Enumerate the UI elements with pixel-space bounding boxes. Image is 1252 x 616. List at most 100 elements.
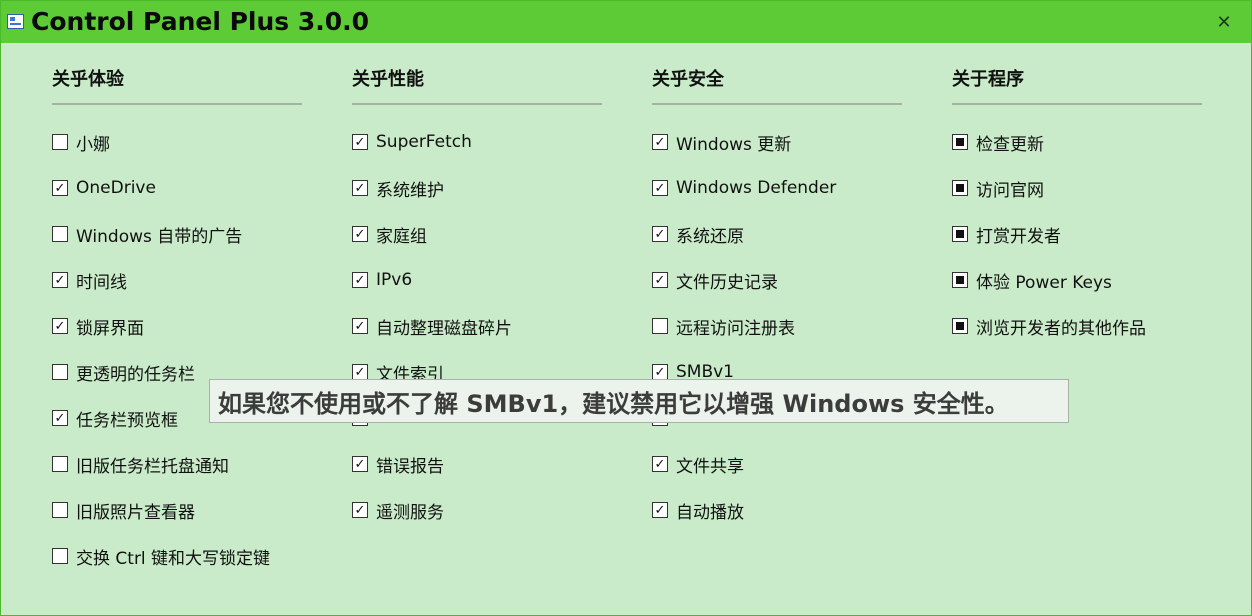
window-title: Control Panel Plus 3.0.0 <box>31 7 370 36</box>
option-label: 任务栏预览框 <box>76 410 178 431</box>
column-divider <box>952 103 1202 105</box>
checkbox[interactable]: ✓ <box>352 318 368 334</box>
action-label: 体验 Power Keys <box>976 272 1112 293</box>
column-divider <box>52 103 302 105</box>
option-file-history[interactable]: ✓ 文件历史记录 <box>652 257 902 303</box>
action-label: 访问官网 <box>976 180 1044 201</box>
action-label: 检查更新 <box>976 134 1044 155</box>
checkbox[interactable]: ✓ <box>652 272 668 288</box>
option-label: Windows 更新 <box>676 134 792 155</box>
checkbox[interactable]: ✓ <box>652 502 668 518</box>
option-label: SuperFetch <box>376 132 472 152</box>
option-ipv6[interactable]: ✓ IPv6 <box>352 257 602 303</box>
option-label: 锁屏界面 <box>76 318 144 339</box>
option-label: IPv6 <box>376 270 413 290</box>
title-bar[interactable]: Control Panel Plus 3.0.0 ✕ <box>1 1 1251 43</box>
action-donate[interactable]: 打赏开发者 <box>952 211 1202 257</box>
option-homegroup[interactable]: ✓ 家庭组 <box>352 211 602 257</box>
option-label: 文件历史记录 <box>676 272 778 293</box>
option-label: 自动整理磁盘碎片 <box>376 318 512 339</box>
checkbox[interactable]: ✓ <box>52 180 68 196</box>
column-divider <box>652 103 902 105</box>
checkbox[interactable]: ✓ <box>352 134 368 150</box>
action-label: 打赏开发者 <box>976 226 1061 247</box>
checkbox[interactable]: ✓ <box>352 226 368 242</box>
checkbox[interactable]: ✓ <box>352 272 368 288</box>
option-label: 自动播放 <box>676 502 744 523</box>
column-header: 关乎体验 <box>52 69 124 90</box>
option-lock-screen[interactable]: ✓ 锁屏界面 <box>52 303 302 349</box>
column-header: 关乎安全 <box>652 69 724 90</box>
option-system-restore[interactable]: ✓ 系统还原 <box>652 211 902 257</box>
option-label: 时间线 <box>76 272 127 293</box>
checkbox[interactable] <box>52 456 68 472</box>
option-timeline[interactable]: ✓ 时间线 <box>52 257 302 303</box>
option-superfetch[interactable]: ✓ SuperFetch <box>352 119 602 165</box>
column-performance: 关乎性能 ✓ SuperFetch ✓ 系统维护 ✓ 家庭组 ✓ IPv6 ✓ 自动整理磁… <box>352 63 602 533</box>
checkbox[interactable]: ✓ <box>652 226 668 242</box>
option-windows-update[interactable]: ✓ Windows 更新 <box>652 119 902 165</box>
option-cortana[interactable]: 小娜 <box>52 119 302 165</box>
option-label: 文件共享 <box>676 456 744 477</box>
option-legacy-photo-viewer[interactable]: 旧版照片查看器 <box>52 487 302 533</box>
column-security: 关乎安全 ✓ Windows 更新 ✓ Windows Defender ✓ 系统还原… <box>652 63 902 533</box>
option-legacy-tray[interactable]: 旧版任务栏托盘通知 <box>52 441 302 487</box>
column-experience: 关乎体验 小娜 ✓ OneDrive Windows 自带的广告 ✓ 时间线 ✓ 锁屏… <box>52 63 302 579</box>
checkbox[interactable]: ✓ <box>652 180 668 196</box>
option-label: 系统维护 <box>376 180 444 201</box>
action-check-updates[interactable]: 检查更新 <box>952 119 1202 165</box>
option-swap-ctrl-capslock[interactable]: 交换 Ctrl 键和大写锁定键 <box>52 533 302 579</box>
checkbox[interactable] <box>652 318 668 334</box>
column-header: 关乎性能 <box>352 69 424 90</box>
checkbox[interactable] <box>52 548 68 564</box>
checkbox[interactable] <box>52 226 68 242</box>
option-label: 遥测服务 <box>376 502 444 523</box>
checkbox[interactable] <box>52 364 68 380</box>
checkbox[interactable] <box>52 134 68 150</box>
option-file-sharing[interactable]: ✓ 文件共享 <box>652 441 902 487</box>
option-label: 小娜 <box>76 134 110 155</box>
column-about: 关于程序 检查更新 访问官网 打赏开发者 体验 Power Keys 浏览开发者… <box>952 63 1202 349</box>
checkbox[interactable]: ✓ <box>52 410 68 426</box>
option-label: OneDrive <box>76 178 156 198</box>
option-label: 系统还原 <box>676 226 744 247</box>
checkbox[interactable]: ✓ <box>652 456 668 472</box>
option-onedrive[interactable]: ✓ OneDrive <box>52 165 302 211</box>
option-label: 交换 Ctrl 键和大写锁定键 <box>76 548 271 569</box>
checkbox[interactable]: ✓ <box>52 272 68 288</box>
checkbox[interactable]: ✓ <box>352 456 368 472</box>
option-label: Windows Defender <box>676 178 837 198</box>
action-square-icon <box>952 226 968 242</box>
option-label: 家庭组 <box>376 226 427 247</box>
option-windows-ads[interactable]: Windows 自带的广告 <box>52 211 302 257</box>
column-header: 关于程序 <box>952 69 1024 90</box>
option-label: 远程访问注册表 <box>676 318 795 339</box>
option-windows-defender[interactable]: ✓ Windows Defender <box>652 165 902 211</box>
option-auto-defrag[interactable]: ✓ 自动整理磁盘碎片 <box>352 303 602 349</box>
checkbox[interactable]: ✓ <box>652 134 668 150</box>
option-autoplay[interactable]: ✓ 自动播放 <box>652 487 902 533</box>
action-square-icon <box>952 180 968 196</box>
option-label: 错误报告 <box>376 456 444 477</box>
action-try-power-keys[interactable]: 体验 Power Keys <box>952 257 1202 303</box>
option-system-maintenance[interactable]: ✓ 系统维护 <box>352 165 602 211</box>
checkbox[interactable]: ✓ <box>352 364 368 380</box>
app-icon <box>7 14 24 29</box>
option-remote-registry[interactable]: 远程访问注册表 <box>652 303 902 349</box>
checkbox[interactable]: ✓ <box>352 180 368 196</box>
option-telemetry[interactable]: ✓ 遥测服务 <box>352 487 602 533</box>
close-button[interactable]: ✕ <box>1205 1 1243 43</box>
column-divider <box>352 103 602 105</box>
app-window: Control Panel Plus 3.0.0 ✕ 关乎体验 小娜 ✓ OneD… <box>0 0 1252 616</box>
option-error-reporting[interactable]: ✓ 错误报告 <box>352 441 602 487</box>
checkbox[interactable]: ✓ <box>652 364 668 380</box>
option-label: 旧版照片查看器 <box>76 502 195 523</box>
action-square-icon <box>952 134 968 150</box>
checkbox[interactable]: ✓ <box>352 502 368 518</box>
checkbox[interactable]: ✓ <box>52 318 68 334</box>
tooltip: 如果您不使用或不了解 SMBv1，建议禁用它以增强 Windows 安全性。 <box>209 379 1069 423</box>
action-square-icon <box>952 272 968 288</box>
action-visit-website[interactable]: 访问官网 <box>952 165 1202 211</box>
action-other-works[interactable]: 浏览开发者的其他作品 <box>952 303 1202 349</box>
checkbox[interactable] <box>52 502 68 518</box>
